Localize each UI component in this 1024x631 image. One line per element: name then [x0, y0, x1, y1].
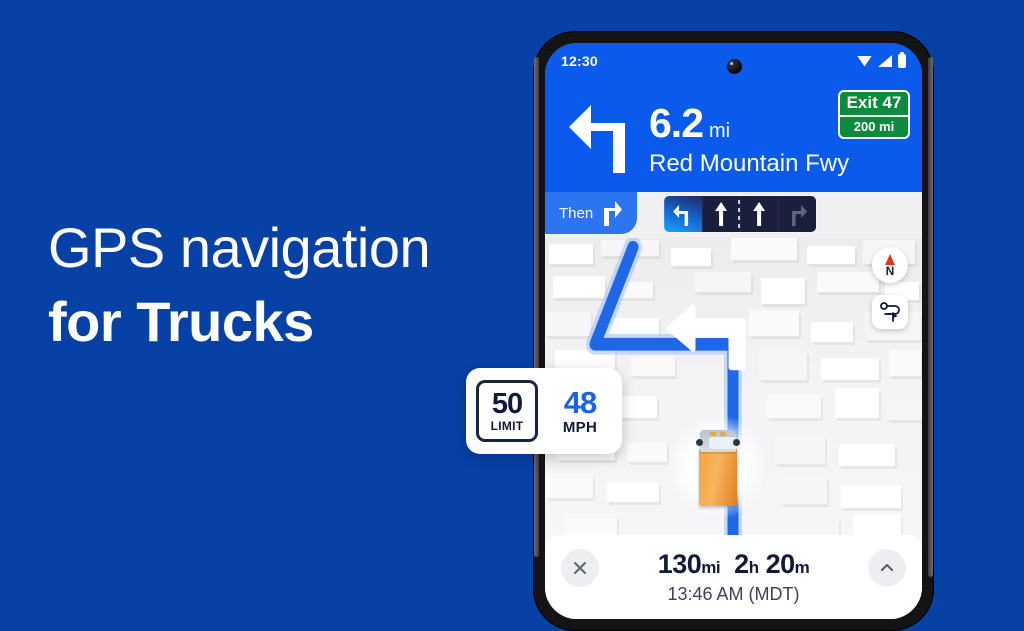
exit-divider: [840, 115, 908, 117]
trip-hours-unit: h: [748, 558, 759, 577]
battery-icon: [898, 52, 906, 68]
compass-button[interactable]: N: [872, 247, 908, 283]
trip-minutes-value: 20: [765, 549, 796, 579]
lane-tile: [701, 196, 740, 232]
lane-guidance-band: Then: [545, 192, 922, 238]
then-label: Then: [559, 204, 594, 222]
lane-straight-icon: [714, 202, 727, 226]
turn-left-arrow-icon: [569, 105, 625, 173]
distance-unit: mi: [709, 120, 731, 142]
expand-button[interactable]: [868, 549, 906, 587]
distance-value: 6.2: [649, 100, 704, 146]
phone-edge-right: [928, 57, 933, 577]
lane-straight-icon: [752, 202, 765, 226]
road-name: Red Mountain Fwy: [649, 150, 850, 177]
exit-label: Exit 47: [846, 93, 902, 112]
lane-tiles: [663, 196, 816, 232]
speed-limit-sign: 50 LIMIT: [476, 380, 538, 442]
lane-tile: [663, 196, 702, 232]
promo-banner: GPS navigation for Trucks 12:30 6.2 mi R…: [0, 0, 1024, 631]
arrival-time: 13:46 AM (MDT): [667, 584, 800, 604]
distance-block: 6.2 mi Red Mountain Fwy: [649, 101, 849, 179]
lane-turn-left-icon: [672, 205, 688, 226]
speed-widget: 50 LIMIT 48 MPH: [466, 368, 622, 454]
truck-marker-icon: [671, 412, 765, 522]
signal-icon: [878, 55, 892, 67]
lane-tile: [739, 196, 778, 232]
headline: GPS navigation for Trucks: [48, 215, 518, 355]
status-time: 12:30: [561, 53, 598, 69]
exit-badge: Exit 47 200 mi: [838, 90, 910, 139]
lane-tile: [777, 196, 816, 232]
phone-mockup: 12:30 6.2 mi Red Mountain Fwy Exit 47 20…: [533, 31, 934, 631]
chevron-up-icon: [880, 563, 894, 572]
current-speed: 48 MPH: [538, 386, 622, 437]
lane-turn-right-icon: [791, 205, 807, 226]
speed-limit-label: LIMIT: [490, 418, 524, 433]
trip-distance-unit: mi: [701, 558, 721, 577]
trip-metrics: 130mi 2h 20m: [545, 549, 922, 580]
phone-screen: 12:30 6.2 mi Red Mountain Fwy Exit 47 20…: [545, 43, 922, 619]
turn-right-arrow-icon: [604, 201, 623, 226]
then-maneuver-chip: Then: [545, 192, 638, 234]
trip-minutes-unit: m: [794, 558, 810, 577]
route-overview-button[interactable]: [872, 295, 908, 329]
current-speed-value: 48: [563, 384, 597, 420]
route-overview-icon: [880, 302, 900, 322]
speed-limit-value: 50: [491, 387, 523, 420]
compass-north-label: N: [885, 263, 895, 278]
trip-summary-bar: 130mi 2h 20m 13:46 AM (MDT): [545, 535, 922, 619]
trip-distance-value: 130: [657, 549, 702, 579]
compass-needle-icon: [885, 253, 895, 265]
front-camera-icon: [726, 59, 742, 74]
trip-hours-value: 2: [734, 549, 749, 579]
status-icons: [857, 52, 906, 68]
wifi-icon: [857, 55, 872, 67]
headline-line-1: GPS navigation: [48, 216, 431, 279]
phone-edge-left: [534, 57, 539, 557]
exit-distance: 200 mi: [853, 119, 895, 134]
headline-line-2: for Trucks: [48, 290, 314, 353]
current-speed-unit: MPH: [562, 418, 598, 436]
